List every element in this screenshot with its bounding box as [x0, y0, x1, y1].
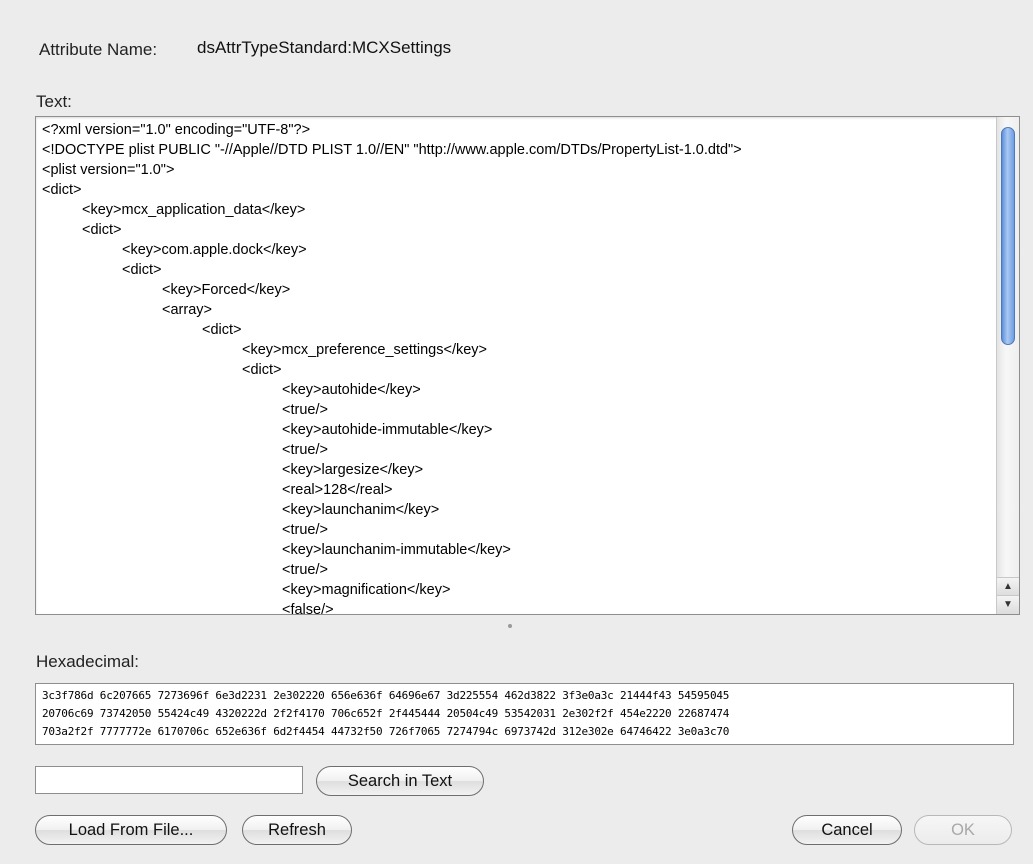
hexadecimal-label: Hexadecimal:: [36, 652, 139, 671]
text-line: <plist version="1.0">: [42, 162, 175, 178]
text-line: <dict>: [242, 362, 282, 378]
split-resize-handle-icon[interactable]: [508, 624, 512, 628]
hexadecimal-content: 3c3f786d 6c207665 7273696f 6e3d2231 2e30…: [42, 687, 729, 741]
text-line: <key>Forced</key>: [162, 282, 291, 298]
text-line: <dict>: [202, 322, 242, 338]
scrollbar-thumb[interactable]: [1001, 127, 1015, 345]
text-line: <key>com.apple.dock</key>: [122, 242, 307, 258]
text-line: <?xml version="1.0" encoding="UTF-8"?>: [42, 122, 311, 138]
search-input[interactable]: [35, 766, 303, 794]
text-line: <key>autohide-immutable</key>: [282, 422, 493, 438]
text-line: <false/>: [282, 602, 334, 615]
text-line: <key>mcx_preference_settings</key>: [242, 342, 488, 358]
text-label: Text:: [36, 92, 72, 111]
text-line: <key>largesize</key>: [282, 462, 424, 478]
text-line: <dict>: [82, 222, 122, 238]
text-line: <key>launchanim-immutable</key>: [282, 542, 511, 558]
text-line: <key>mcx_application_data</key>: [82, 202, 306, 218]
text-line: <key>launchanim</key>: [282, 502, 440, 518]
text-line: <!DOCTYPE plist PUBLIC "-//Apple//DTD PL…: [42, 142, 742, 158]
attribute-name-value: dsAttrTypeStandard:MCXSettings: [197, 38, 452, 57]
text-vertical-scrollbar[interactable]: ▲ ▼: [996, 117, 1019, 614]
hex-line: 3c3f786d 6c207665 7273696f 6e3d2231 2e30…: [42, 689, 730, 702]
text-line: <array>: [162, 302, 212, 318]
load-from-file-button[interactable]: Load From File...: [35, 815, 227, 845]
text-line: <dict>: [42, 182, 82, 198]
text-line: <true/>: [282, 402, 328, 418]
cancel-button[interactable]: Cancel: [792, 815, 902, 845]
text-line: <real>128</real>: [282, 482, 393, 498]
text-line: <true/>: [282, 562, 328, 578]
hex-line: 20706c69 73742050 55424c49 4320222d 2f2f…: [42, 707, 730, 720]
text-line: <key>autohide</key>: [282, 382, 421, 398]
ok-button[interactable]: OK: [914, 815, 1012, 845]
text-line: <true/>: [282, 442, 328, 458]
hexadecimal-area[interactable]: 3c3f786d 6c207665 7273696f 6e3d2231 2e30…: [35, 683, 1014, 745]
text-line: <key>magnification</key>: [282, 582, 451, 598]
scroll-down-arrow-icon[interactable]: ▼: [997, 595, 1019, 614]
xml-text-content[interactable]: <?xml version="1.0" encoding="UTF-8"?> <!…: [42, 120, 993, 614]
hex-line: 703a2f2f 7777772e 6170706c 652e636f 6d2f…: [42, 725, 730, 738]
scroll-up-arrow-icon[interactable]: ▲: [997, 577, 1019, 596]
refresh-button[interactable]: Refresh: [242, 815, 352, 845]
text-line: <true/>: [282, 522, 328, 538]
xml-text-area[interactable]: <?xml version="1.0" encoding="UTF-8"?> <!…: [35, 116, 1020, 615]
attribute-name-label: Attribute Name:: [39, 40, 158, 59]
text-line: <dict>: [122, 262, 162, 278]
search-in-text-button[interactable]: Search in Text: [316, 766, 484, 796]
